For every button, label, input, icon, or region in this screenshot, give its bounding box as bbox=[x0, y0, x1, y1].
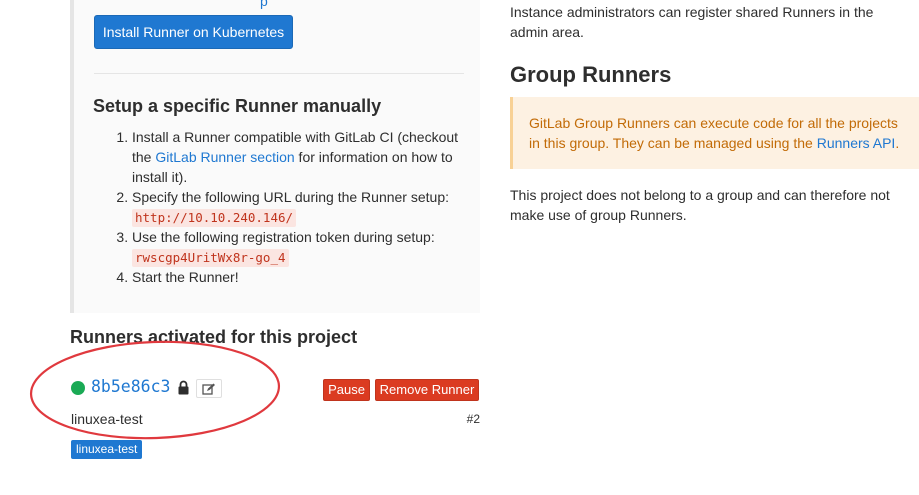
registration-token: rwscgp4UritWx8r-go_4 bbox=[132, 249, 289, 267]
remove-runner-button[interactable]: Remove Runner bbox=[375, 379, 479, 401]
setup-step-3: Use the following registration token dur… bbox=[132, 227, 464, 267]
group-runners-warning: GitLab Group Runners can execute code fo… bbox=[510, 97, 919, 169]
page: p Install Runner on Kubernetes Setup a s… bbox=[0, 0, 919, 495]
runner-number: #2 bbox=[466, 412, 480, 426]
pause-runner-button[interactable]: Pause bbox=[323, 379, 370, 401]
cut-off-link-text[interactable]: p bbox=[260, 0, 268, 9]
setup-runner-title: Setup a specific Runner manually bbox=[93, 96, 382, 116]
shared-runners-text: Instance administrators can register sha… bbox=[510, 4, 874, 40]
setup-steps-list: Install a Runner compatible with GitLab … bbox=[94, 127, 464, 287]
group-runners-note: This project does not belong to a group … bbox=[510, 187, 890, 223]
lock-icon bbox=[178, 380, 189, 395]
setup-runner-panel: p Install Runner on Kubernetes Setup a s… bbox=[70, 0, 480, 313]
setup-step-2: Specify the following URL during the Run… bbox=[132, 187, 464, 227]
gitlab-runner-section-link[interactable]: GitLab Runner section bbox=[155, 149, 294, 165]
step-3-text: Use the following registration token dur… bbox=[132, 229, 435, 245]
step-4-text: Start the Runner! bbox=[132, 269, 239, 285]
runner-description: linuxea-test bbox=[71, 411, 143, 427]
activated-runners-title: Runners activated for this project bbox=[70, 327, 358, 347]
setup-step-4: Start the Runner! bbox=[132, 267, 464, 287]
runners-api-link[interactable]: Runners API bbox=[817, 135, 896, 151]
warning-suffix: . bbox=[895, 135, 900, 151]
install-runner-kubernetes-button[interactable]: Install Runner on Kubernetes bbox=[94, 15, 293, 49]
edit-runner-button[interactable] bbox=[196, 379, 222, 398]
setup-step-1: Install a Runner compatible with GitLab … bbox=[132, 127, 464, 187]
runner-setup-url: http://10.10.240.146/ bbox=[132, 209, 297, 227]
pencil-square-icon bbox=[202, 383, 215, 395]
runner-tag-badge: linuxea-test bbox=[71, 440, 143, 459]
runner-id-link[interactable]: 8b5e86c3 bbox=[91, 377, 170, 396]
divider bbox=[94, 73, 464, 74]
runner-status-online-icon bbox=[71, 381, 85, 395]
group-runners-title: Group Runners bbox=[510, 62, 672, 87]
step-2-text: Specify the following URL during the Run… bbox=[132, 189, 449, 205]
